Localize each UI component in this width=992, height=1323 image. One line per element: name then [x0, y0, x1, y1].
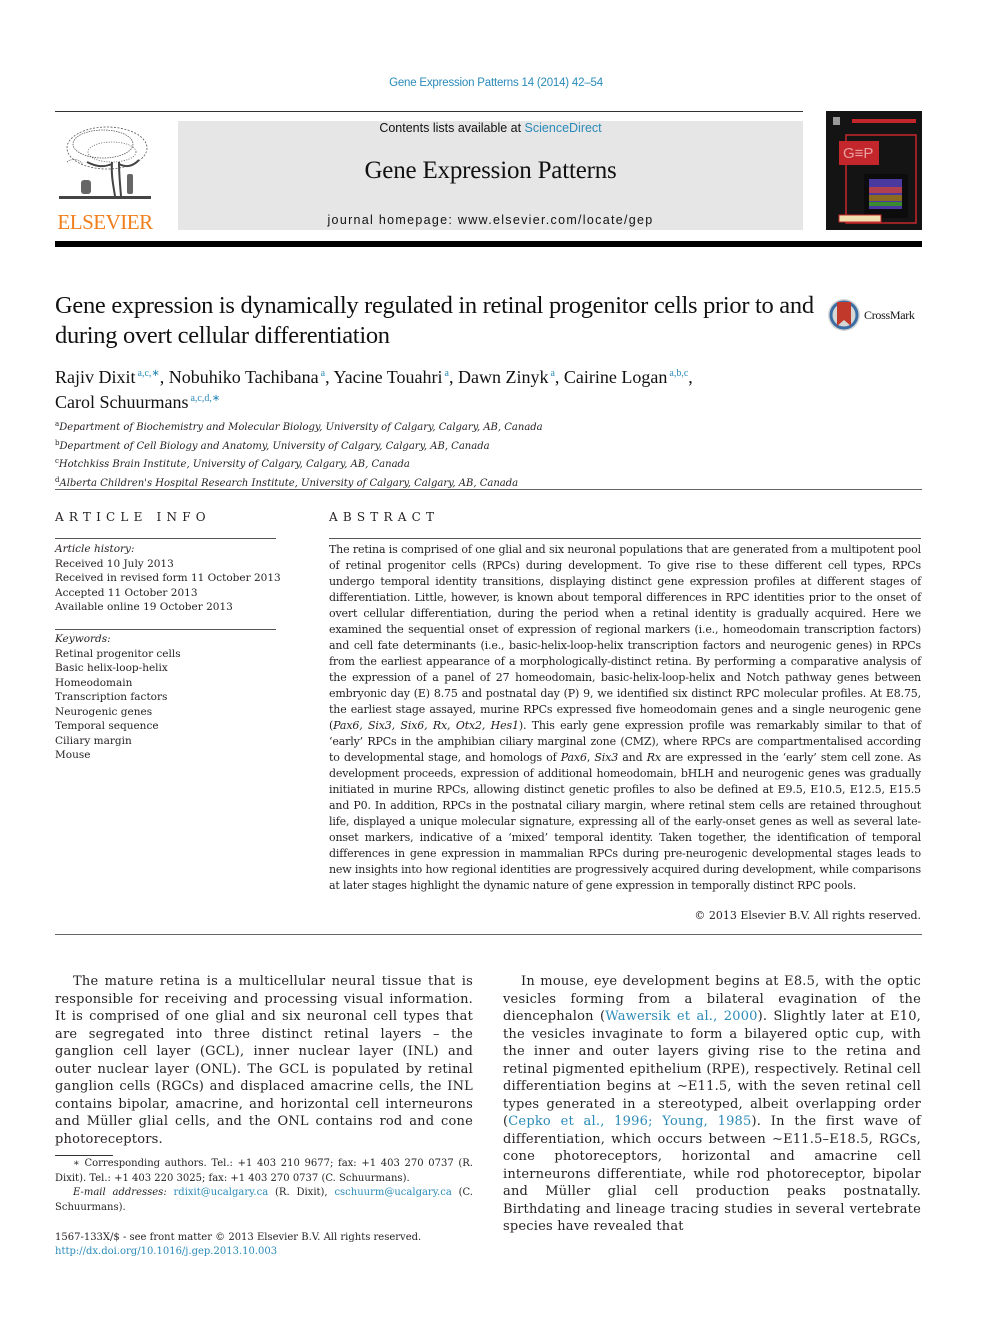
article-info-rule: [55, 538, 276, 539]
email-addresses: E-mail addresses: rdixit@ucalgary.ca (R.…: [55, 1186, 473, 1215]
article-title: Gene expression is dynamically regulated…: [55, 292, 814, 349]
elsevier-logo: ELSEVIER: [55, 118, 155, 234]
author-name[interactable]: Yacine Touahri: [333, 367, 442, 387]
author-affiliation-sup[interactable]: a,c,∗: [138, 368, 160, 379]
abstract-copyright: © 2013 Elsevier B.V. All rights reserved…: [694, 909, 921, 922]
abstract-end-rule: [55, 934, 922, 935]
running-head-citation[interactable]: Gene Expression Patterns 14 (2014) 42–54: [0, 77, 992, 89]
email-label: E-mail addresses:: [73, 1187, 167, 1198]
author-list: Rajiv Dixit a,c,∗, Nobuhiko Tachibana a, Y…: [55, 363, 915, 413]
history-item: Accepted 11 October 2013: [55, 586, 198, 599]
affiliation-text: Department of Biochemistry and Molecular…: [59, 422, 543, 433]
elsevier-wordmark: ELSEVIER: [57, 210, 153, 234]
author-separator: ,: [448, 367, 458, 387]
history-label: Article history:: [55, 543, 135, 555]
keyword: Ciliary margin: [55, 734, 132, 747]
abstract-segment: The retina is comprised of one glial and…: [329, 543, 921, 732]
email-link[interactable]: cschuurm@ucalgary.ca: [334, 1187, 451, 1198]
keyword: Transcription factors: [55, 691, 168, 703]
doi-link[interactable]: http://dx.doi.org/10.1016/j.gep.2013.10.…: [55, 1245, 555, 1259]
author-name[interactable]: Cairine Logan: [564, 367, 667, 387]
gene-name: Rx: [646, 751, 661, 764]
crossmark-label: CrossMark: [864, 308, 915, 322]
header-top-rule: [55, 111, 803, 112]
keywords: Keywords: Retinal progenitor cells Basic…: [55, 632, 285, 763]
journal-name: Gene Expression Patterns: [364, 157, 617, 184]
affiliations-rule: [55, 489, 922, 490]
keyword: Basic helix-loop-helix: [55, 662, 168, 674]
journal-cover-thumbnail[interactable]: G≡P: [826, 111, 922, 230]
keyword: Mouse: [55, 749, 91, 761]
history-item: Received in revised form 11 October 2013: [55, 572, 281, 584]
abstract-text: The retina is comprised of one glial and…: [329, 542, 921, 894]
affiliation-text: Department of Cell Biology and Anatomy, …: [59, 440, 490, 452]
abstract-segment: and: [618, 751, 647, 764]
body-text: ). In the first wave of differentiation,…: [503, 1114, 921, 1234]
email-owner: (R. Dixit),: [268, 1187, 335, 1198]
keyword: Temporal sequence: [55, 720, 159, 732]
cover-image-icon: G≡P: [826, 111, 922, 230]
body-column-right: In mouse, eye development begins at E8.5…: [503, 973, 921, 1236]
body-paragraph: The mature retina is a multicellular neu…: [55, 974, 473, 1147]
article-info-heading: ARTICLE INFO: [55, 510, 211, 524]
affiliation: aDepartment of Biochemistry and Molecula…: [55, 417, 755, 436]
affiliations: aDepartment of Biochemistry and Molecula…: [55, 417, 755, 491]
author[interactable]: Dawn Zinyk a: [458, 367, 555, 387]
crossmark-icon: [828, 299, 860, 331]
svg-text:G≡P: G≡P: [843, 145, 873, 162]
crossmark-button[interactable]: CrossMark: [827, 298, 927, 332]
abstract-paragraph: The retina is comprised of one glial and…: [329, 542, 921, 894]
author-separator: ,: [688, 367, 693, 387]
author-name[interactable]: Carol Schuurmans: [55, 392, 188, 412]
journal-homepage[interactable]: journal homepage: www.elsevier.com/locat…: [178, 213, 803, 227]
issn-doi-block: 1567-133X/$ - see front matter © 2013 El…: [55, 1231, 555, 1259]
history-item: Received 10 July 2013: [55, 557, 174, 570]
email-link[interactable]: rdixit@ucalgary.ca: [174, 1187, 269, 1198]
author-name[interactable]: Dawn Zinyk: [458, 367, 548, 387]
author-name[interactable]: Rajiv Dixit: [55, 367, 136, 387]
abstract-heading: ABSTRACT: [329, 510, 440, 524]
keywords-label: Keywords:: [55, 633, 111, 645]
article-history: Article history: Received 10 July 2013 R…: [55, 542, 285, 615]
author[interactable]: Nobuhiko Tachibana a: [169, 367, 325, 387]
citation-link[interactable]: Wawersik et al., 2000: [605, 1009, 757, 1024]
author-name[interactable]: Nobuhiko Tachibana: [169, 367, 319, 387]
sciencedirect-link[interactable]: ScienceDirect: [525, 121, 602, 135]
gene-name: Pax6: [560, 751, 587, 764]
abstract-rule: [329, 538, 921, 539]
body-column-left: The mature retina is a multicellular neu…: [55, 973, 473, 1148]
affiliation: bDepartment of Cell Biology and Anatomy,…: [55, 436, 755, 455]
author[interactable]: Cairine Logan a,b,c: [564, 367, 688, 387]
affiliation: cHotchkiss Brain Institute, University o…: [55, 454, 755, 473]
keyword: Homeodomain: [55, 676, 133, 689]
keyword: Neurogenic genes: [55, 705, 153, 718]
issn-line: 1567-133X/$ - see front matter © 2013 El…: [55, 1232, 422, 1243]
gene-list: Pax6, Six3, Six6, Rx, Otx2, Hes1: [333, 719, 519, 732]
footnotes: ∗ Corresponding authors. Tel.: +1 403 21…: [55, 1157, 473, 1215]
author-affiliation-sup[interactable]: a,b,c: [669, 368, 688, 379]
gene-name: Six3: [594, 751, 619, 764]
author-separator: ,: [159, 367, 169, 387]
body-paragraph: In mouse, eye development begins at E8.5…: [503, 973, 921, 1236]
contents-prefix: Contents lists available at: [379, 121, 525, 135]
abstract-segment: are expressed in the ‘early’ stem cell z…: [329, 751, 921, 892]
keyword: Retinal progenitor cells: [55, 647, 181, 660]
affiliation-text: Hotchkiss Brain Institute, University of…: [58, 459, 410, 470]
footnote-rule: [55, 1155, 113, 1156]
history-item: Available online 19 October 2013: [55, 601, 233, 613]
header-thick-rule: [55, 241, 922, 247]
contents-line: Contents lists available at ScienceDirec…: [178, 121, 803, 135]
author[interactable]: Rajiv Dixit a,c,∗: [55, 367, 160, 387]
author-separator: ,: [554, 367, 564, 387]
keywords-rule: [55, 629, 276, 630]
citation-link[interactable]: Cepko et al., 1996; Young, 1985: [508, 1114, 751, 1129]
author[interactable]: Carol Schuurmans a,c,d,∗: [55, 392, 220, 412]
author-affiliation-sup[interactable]: a,c,d,∗: [190, 393, 220, 404]
corresponding-author-note: ∗ Corresponding authors. Tel.: +1 403 21…: [55, 1158, 473, 1184]
affiliation-text: Alberta Children's Hospital Research Ins…: [59, 477, 519, 489]
body-text: ). Slightly later at E10, the vesicles i…: [503, 1009, 921, 1129]
author[interactable]: Yacine Touahri a: [333, 367, 449, 387]
elsevier-tree-icon: [59, 126, 151, 199]
